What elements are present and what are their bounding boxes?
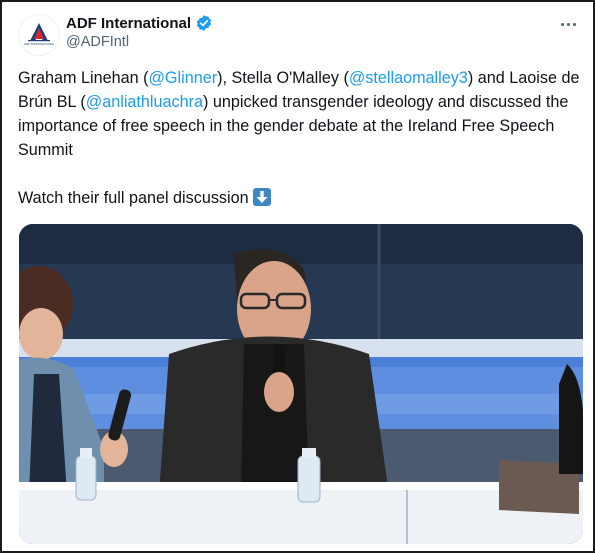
- video-frame: [19, 224, 583, 544]
- mention-link[interactable]: @anliathluachra: [86, 93, 203, 111]
- author-name-row: ADF International: [66, 14, 213, 32]
- verified-badge-icon: [196, 15, 212, 31]
- tweet-text-part: Graham Linehan (: [18, 69, 149, 87]
- adf-logo-icon: [28, 23, 50, 42]
- mention-link[interactable]: @stellaomalley3: [349, 69, 468, 87]
- tweet-text: Graham Linehan (@Glinner), Stella O'Mall…: [18, 66, 583, 210]
- video-thumbnail[interactable]: [19, 224, 583, 544]
- mention-link[interactable]: @Glinner: [148, 69, 217, 87]
- tweet-header: ADF INTERNATIONAL ADF International @ADF…: [18, 12, 581, 56]
- author-handle[interactable]: @ADFIntl: [66, 34, 129, 50]
- avatar[interactable]: ADF INTERNATIONAL: [18, 14, 60, 56]
- author-display-name[interactable]: ADF International: [66, 15, 191, 32]
- down-arrow-emoji-icon: [252, 188, 271, 206]
- more-options-icon[interactable]: [557, 14, 579, 34]
- tweet-card[interactable]: ADF INTERNATIONAL ADF International @ADF…: [0, 0, 595, 553]
- tweet-text-part: ), Stella O'Malley (: [217, 69, 349, 87]
- tweet-text-part: Watch their full panel discussion: [18, 189, 249, 207]
- avatar-logo-text: ADF INTERNATIONAL: [24, 42, 54, 46]
